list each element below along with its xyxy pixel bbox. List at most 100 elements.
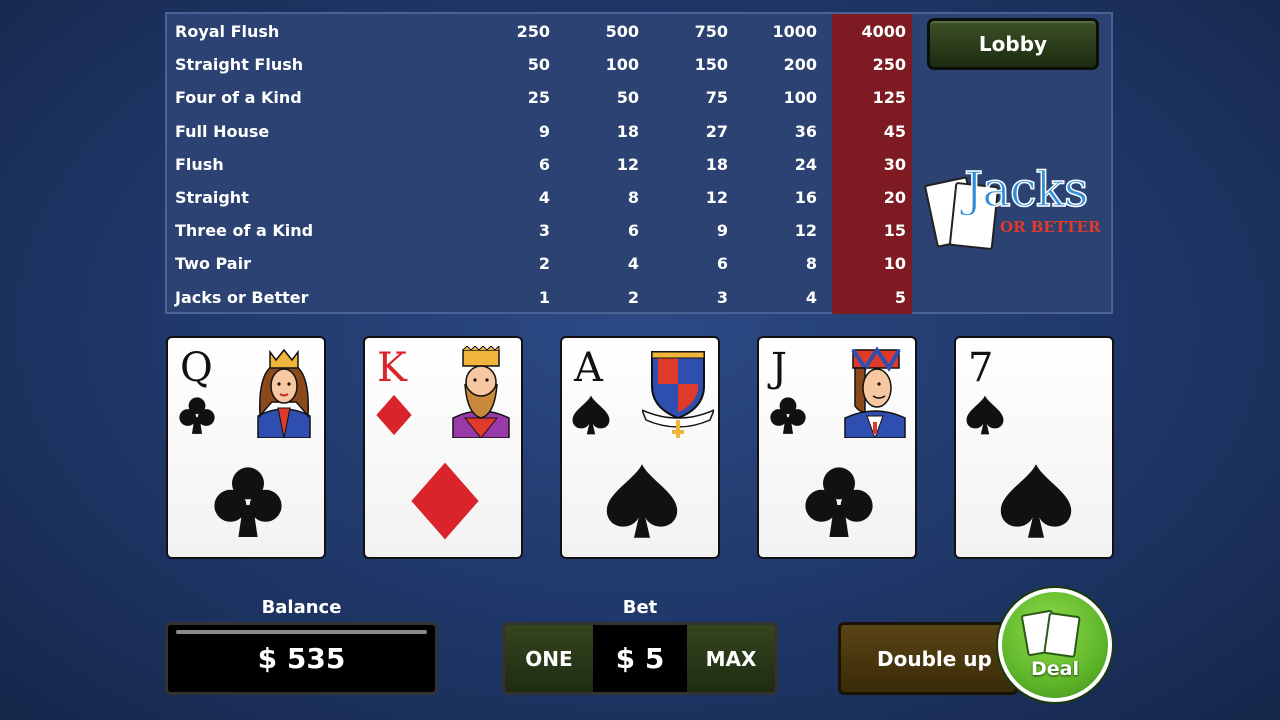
paytable-payout: 250 bbox=[872, 55, 906, 75]
diamond-center-icon bbox=[405, 456, 485, 546]
paytable-hand-name: Three of a Kind bbox=[175, 221, 314, 241]
paytable-row: Straight 4 8 12 16 20 bbox=[167, 181, 912, 214]
jack-face-icon bbox=[839, 346, 911, 440]
paytable-payout: 9 bbox=[538, 121, 550, 141]
balance-display: $ 535 bbox=[165, 622, 438, 695]
paytable-payout: 12 bbox=[705, 188, 728, 207]
paytable-payout: 30 bbox=[883, 154, 906, 174]
logo-title: Jacks bbox=[963, 161, 1089, 219]
paytable-payout: 3 bbox=[716, 287, 728, 307]
paytable-payout: 150 bbox=[694, 55, 728, 75]
paytable-payout: 24 bbox=[794, 154, 817, 174]
paytable-payout: 100 bbox=[605, 55, 639, 75]
spade-center-icon bbox=[602, 456, 682, 546]
club-suit-icon bbox=[767, 394, 809, 436]
playing-card[interactable]: A bbox=[560, 336, 720, 559]
game-logo: Jacks OR BETTER bbox=[923, 161, 1106, 258]
playing-card[interactable]: 7 bbox=[954, 336, 1114, 559]
paytable-payout: 2 bbox=[538, 254, 550, 274]
bet-label: Bet bbox=[622, 597, 658, 618]
paytable-payout: 15 bbox=[883, 221, 906, 241]
paytable-hand-name: Jacks or Better bbox=[175, 287, 309, 307]
paytable-payout: 5 bbox=[894, 287, 906, 307]
paytable-payout: 27 bbox=[705, 121, 728, 141]
paytable-hand-name: Straight bbox=[175, 188, 249, 207]
card-rank: Q bbox=[180, 345, 213, 391]
club-center-icon bbox=[208, 456, 288, 546]
deal-card-front-icon bbox=[1043, 611, 1081, 659]
paytable-payout: 4 bbox=[538, 188, 550, 207]
card-rank: J bbox=[771, 345, 788, 391]
paytable-payout: 500 bbox=[605, 22, 639, 41]
deal-button[interactable]: Deal bbox=[998, 588, 1112, 702]
balance-bar bbox=[176, 630, 427, 634]
paytable-payout: 12 bbox=[794, 221, 817, 241]
club-center-icon bbox=[799, 456, 879, 546]
club-suit-icon bbox=[176, 394, 218, 436]
paytable-row: Full House 9 18 27 36 45 bbox=[167, 115, 912, 148]
paytable-hand-name: Two Pair bbox=[175, 254, 251, 274]
lobby-button[interactable]: Lobby bbox=[927, 18, 1099, 70]
bet-control: ONE $ 5 MAX bbox=[502, 622, 778, 695]
paytable-payout: 3 bbox=[538, 221, 550, 241]
balance-value: $ 535 bbox=[257, 642, 346, 675]
spade-center-icon bbox=[996, 456, 1076, 546]
paytable-payout: 750 bbox=[694, 22, 728, 41]
paytable-row: Two Pair 2 4 6 8 10 bbox=[167, 247, 912, 280]
playing-card[interactable]: Q bbox=[166, 336, 326, 559]
card-rank: 7 bbox=[968, 345, 994, 391]
paytable-payout: 16 bbox=[794, 188, 817, 207]
paytable-hand-name: Royal Flush bbox=[175, 22, 280, 41]
playing-card[interactable]: J bbox=[757, 336, 917, 559]
paytable-row: Four of a Kind 25 50 75 100 125 bbox=[167, 81, 912, 114]
queen-face-icon bbox=[248, 346, 320, 439]
paytable-payout: 1 bbox=[538, 287, 550, 307]
paytable-payout: 125 bbox=[872, 88, 906, 108]
card-rank: K bbox=[377, 345, 407, 391]
bet-one-button[interactable]: ONE bbox=[505, 625, 593, 692]
paytable-hand-name: Full House bbox=[175, 121, 270, 141]
double-up-button[interactable]: Double up bbox=[838, 622, 1018, 695]
paytable-payout: 9 bbox=[716, 221, 728, 241]
paytable-payout: 4 bbox=[805, 287, 817, 307]
diamond-suit-icon bbox=[373, 394, 415, 436]
king-face-icon bbox=[445, 344, 517, 439]
paytable-payout: 8 bbox=[805, 254, 817, 274]
paytable-payout: 25 bbox=[527, 88, 550, 108]
paytable-payout: 6 bbox=[538, 154, 550, 174]
paytable-payout: 4000 bbox=[861, 22, 906, 41]
paytable-payout: 10 bbox=[883, 254, 906, 274]
bet-value: $ 5 bbox=[615, 642, 665, 675]
paytable-hand-name: Straight Flush bbox=[175, 55, 304, 75]
paytable-payout: 50 bbox=[527, 55, 550, 75]
paytable-payout: 1000 bbox=[772, 22, 817, 41]
paytable-hand-name: Flush bbox=[175, 154, 224, 174]
playing-card[interactable]: K bbox=[363, 336, 523, 559]
paytable-row: Jacks or Better 1 2 3 4 5 bbox=[167, 281, 912, 314]
spade-suit-icon bbox=[570, 394, 612, 436]
paytable-payout: 4 bbox=[627, 254, 639, 274]
paytable-row: Royal Flush 250 500 750 1000 4000 bbox=[167, 15, 912, 48]
paytable-payout: 20 bbox=[883, 188, 906, 207]
deal-label: Deal bbox=[1031, 658, 1079, 680]
card-rank: A bbox=[574, 345, 603, 391]
paytable-payout: 100 bbox=[783, 88, 817, 108]
paytable-payout: 36 bbox=[794, 121, 817, 141]
paytable-payout: 2 bbox=[627, 287, 639, 307]
paytable-payout: 18 bbox=[705, 154, 728, 174]
paytable-payout: 250 bbox=[516, 22, 550, 41]
paytable-payout: 12 bbox=[616, 154, 639, 174]
spade-suit-icon bbox=[964, 394, 1006, 436]
logo-subtitle: OR BETTER bbox=[1000, 218, 1101, 236]
balance-label: Balance bbox=[261, 597, 342, 618]
paytable-payout: 200 bbox=[783, 55, 817, 75]
paytable-row: Straight Flush 50 100 150 200 250 bbox=[167, 48, 912, 81]
bet-max-button[interactable]: MAX bbox=[687, 625, 775, 692]
paytable-payout: 18 bbox=[616, 121, 639, 141]
paytable-payout: 8 bbox=[627, 188, 639, 207]
paytable-hand-name: Four of a Kind bbox=[175, 88, 302, 108]
paytable-payout: 45 bbox=[883, 121, 906, 141]
crest-face-icon bbox=[640, 346, 716, 438]
paytable-payout: 50 bbox=[616, 88, 639, 108]
paytable-row: Three of a Kind 3 6 9 12 15 bbox=[167, 214, 912, 247]
